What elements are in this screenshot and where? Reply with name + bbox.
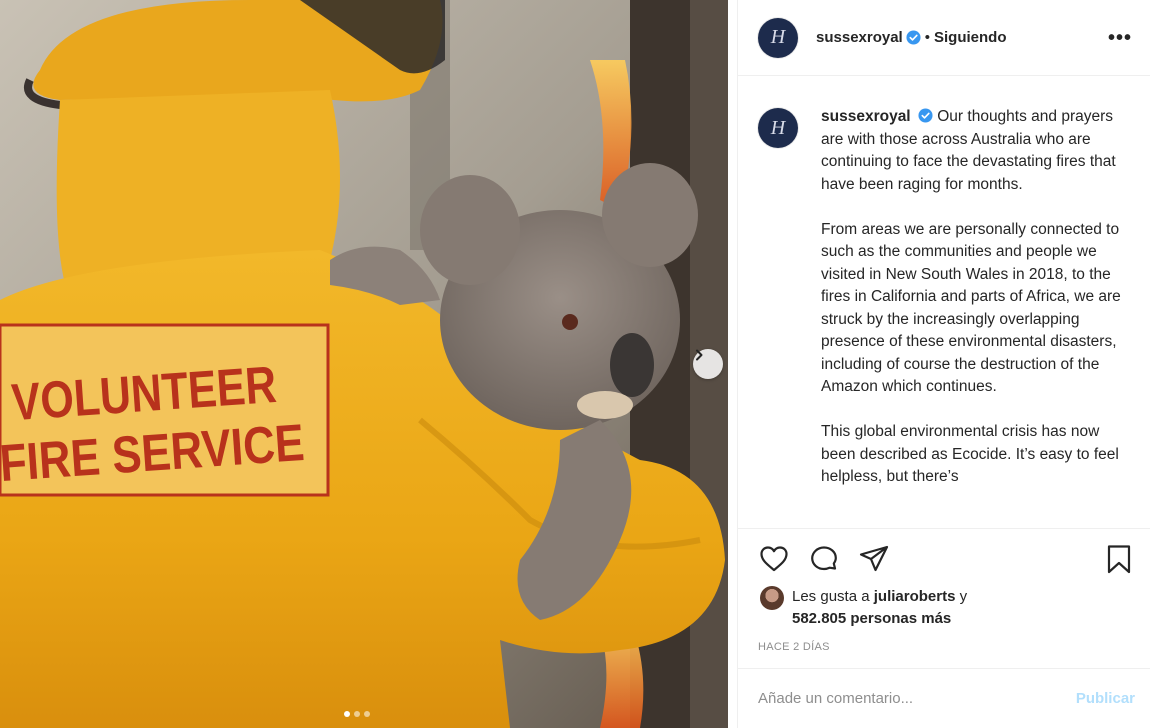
post-side-panel: H sussexroyal • Siguiendo ••• H sussexro… <box>737 0 1150 728</box>
post-image[interactable]: VOLUNTEER FIRE SERVICE <box>0 0 728 728</box>
likes-summary: Les gusta a juliaroberts y 582.805 perso… <box>760 586 967 630</box>
firefighter-koala-photo: VOLUNTEER FIRE SERVICE <box>0 0 728 728</box>
carousel-dot <box>344 711 350 717</box>
caption-username-link[interactable]: sussexroyal <box>821 108 911 125</box>
bookmark-icon[interactable] <box>1103 543 1135 575</box>
caption-paragraph: From areas we are personally connected t… <box>821 220 1121 396</box>
more-icon[interactable]: ••• <box>1108 28 1132 48</box>
carousel-dot <box>364 711 370 717</box>
comment-input[interactable] <box>758 690 1076 707</box>
likes-prefix: Les gusta a <box>792 588 870 605</box>
verified-icon <box>906 30 921 45</box>
carousel-next-button[interactable] <box>693 349 723 379</box>
avatar[interactable] <box>760 586 784 610</box>
likes-count-link[interactable]: 582.805 personas más <box>792 610 951 627</box>
avatar-monogram: H <box>770 116 786 139</box>
publish-button[interactable]: Publicar <box>1076 690 1135 707</box>
verified-icon <box>918 108 933 123</box>
caption-paragraph: This global environmental crisis has now… <box>821 423 1119 485</box>
comment-icon[interactable] <box>808 543 840 575</box>
action-bar <box>738 528 1150 575</box>
follow-separator: • <box>924 29 930 46</box>
chevron-right-icon <box>696 349 703 361</box>
avatar-monogram: H <box>770 26 786 48</box>
post-header: H sussexroyal • Siguiendo ••• <box>738 0 1150 76</box>
likes-conjunction: y <box>959 588 968 605</box>
post-timestamp[interactable]: HACE 2 DÍAS <box>758 641 830 653</box>
caption-scroll-area[interactable]: H sussexroyal Our thoughts and prayers a… <box>738 77 1150 528</box>
carousel-indicator <box>344 711 370 717</box>
liker-username-link[interactable]: juliaroberts <box>874 588 956 605</box>
heart-icon[interactable] <box>758 543 790 575</box>
avatar[interactable]: H <box>758 108 798 148</box>
avatar[interactable]: H <box>758 17 798 58</box>
share-icon[interactable] <box>858 543 890 575</box>
username-link[interactable]: sussexroyal <box>816 29 903 46</box>
following-button[interactable]: Siguiendo <box>934 29 1007 46</box>
comment-form: Publicar <box>738 668 1150 728</box>
post-caption: sussexroyal Our thoughts and prayers are… <box>821 106 1121 511</box>
carousel-dot <box>354 711 360 717</box>
